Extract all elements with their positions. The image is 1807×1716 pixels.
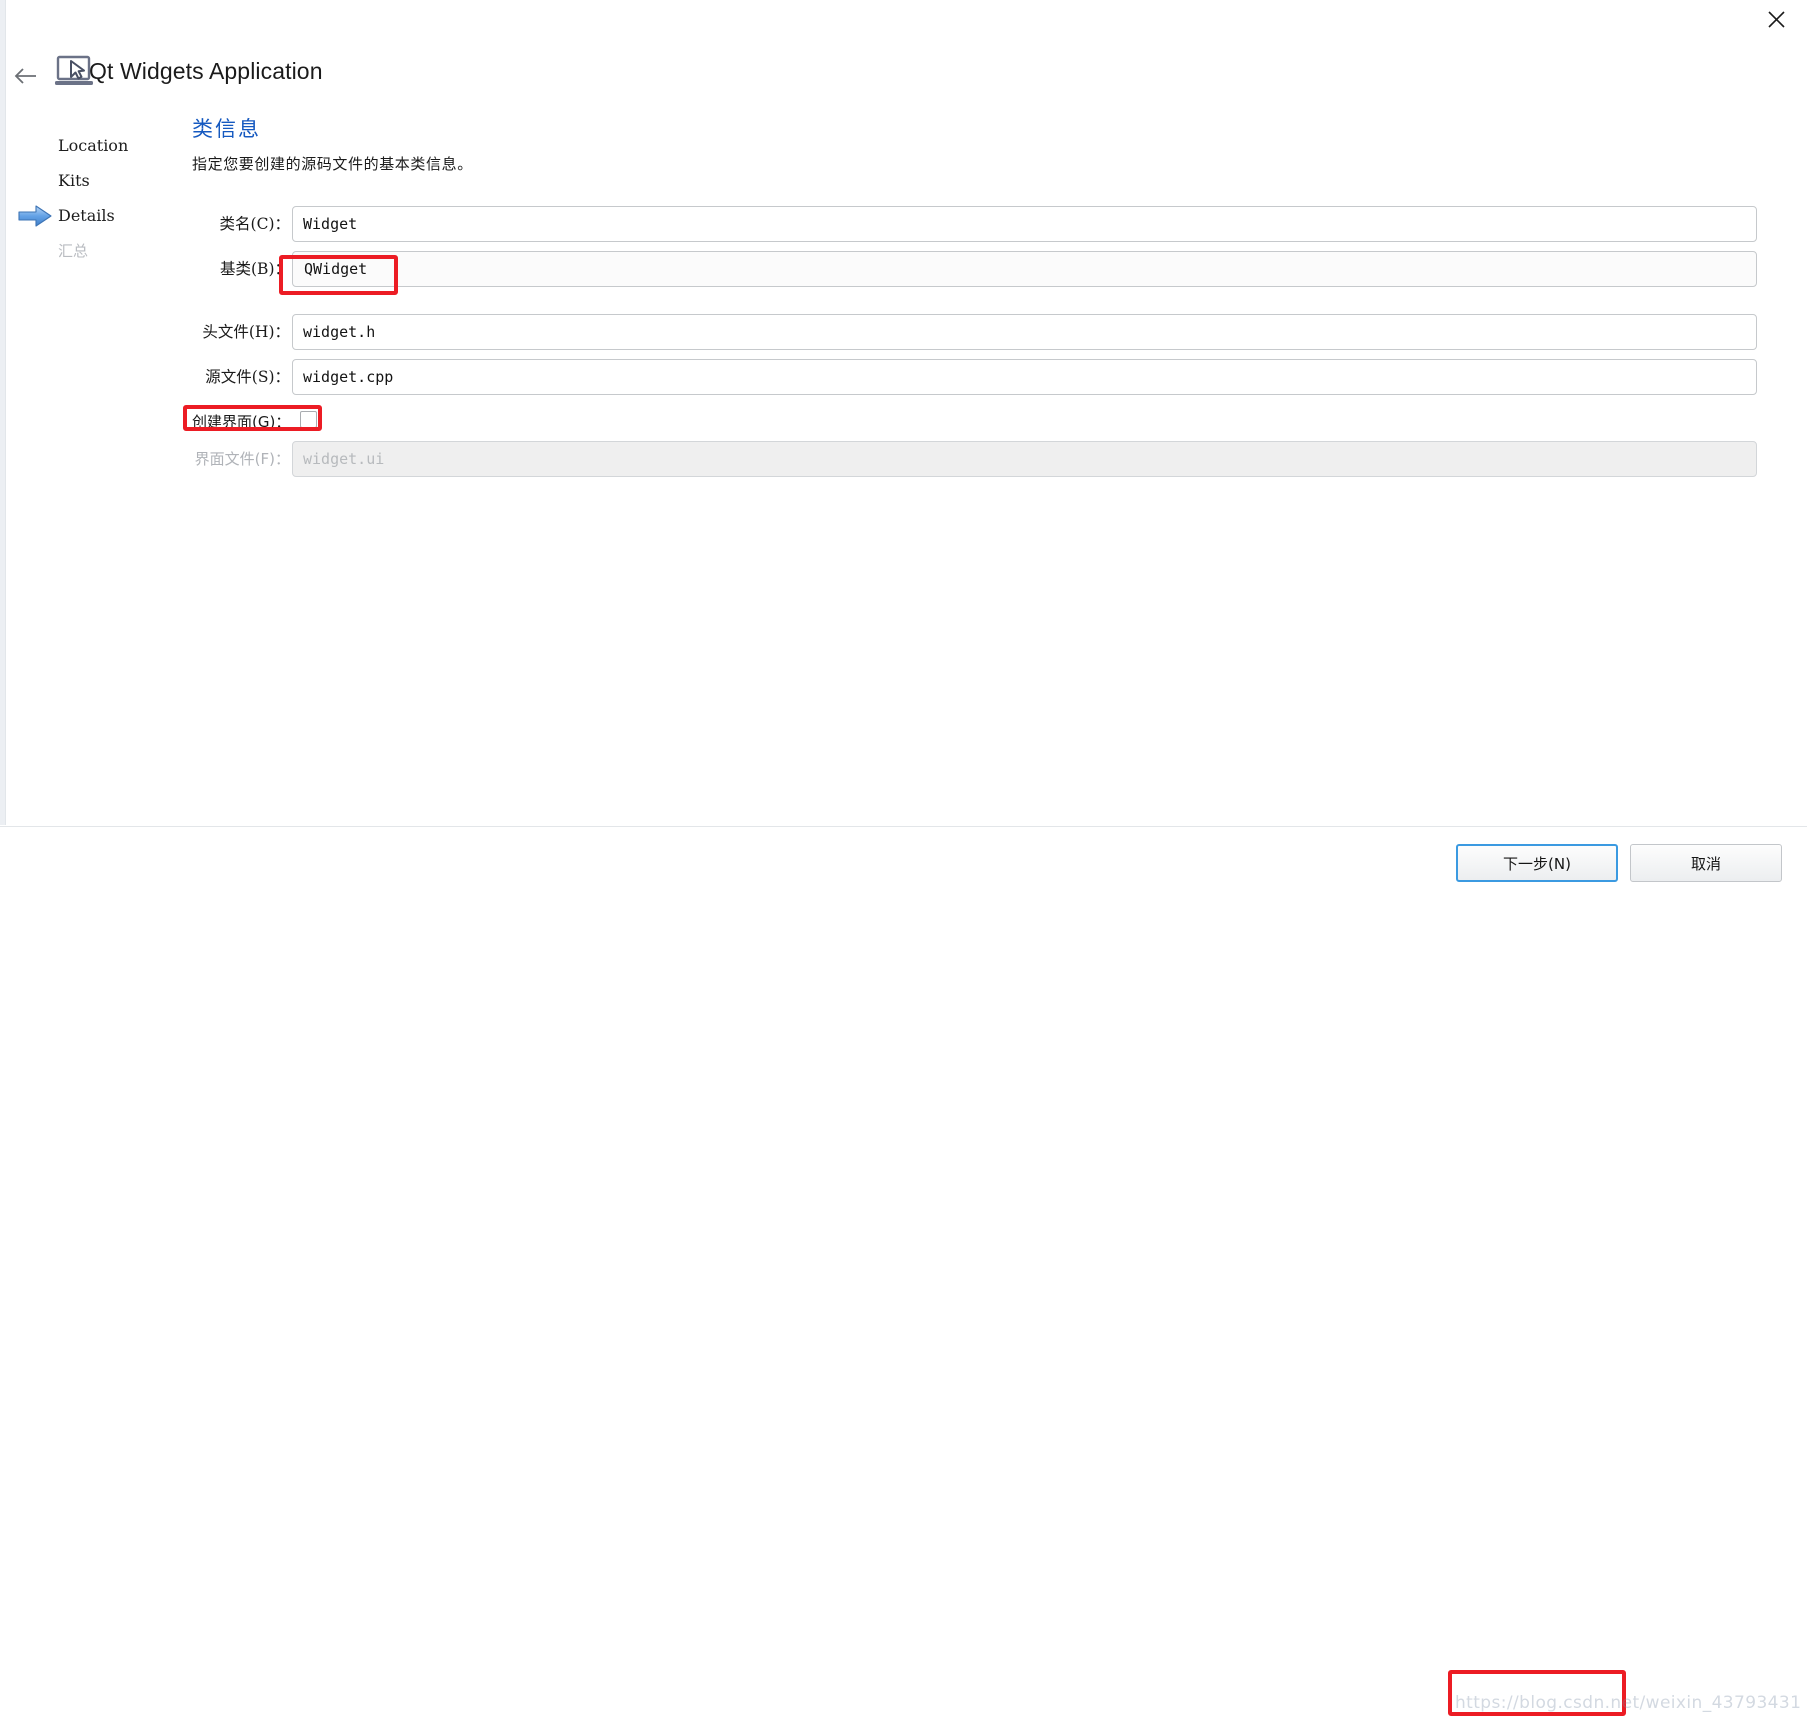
form-row-header-file: 头文件(H)： widget.h	[192, 314, 1764, 359]
class-name-label: 类名(C)：	[219, 215, 290, 233]
form-row-base-class: 基类(B)： QWidget	[192, 251, 1764, 314]
step-label: Details	[58, 206, 115, 225]
step-label: 汇总	[58, 242, 89, 260]
header-file-label: 头文件(H)：	[202, 323, 290, 341]
header-file-input[interactable]: widget.h	[292, 314, 1757, 350]
step-item-details[interactable]: Details	[0, 198, 180, 233]
ui-file-input: widget.ui	[292, 441, 1757, 477]
wizard-header: Qt Widgets Application	[0, 42, 1807, 104]
wizard-dialog: Qt Widgets Application Location Kits Det…	[0, 0, 1807, 1716]
wizard-title: Qt Widgets Application	[89, 58, 323, 84]
page-subtitle: 指定您要创建的源码文件的基本类信息。	[192, 155, 473, 173]
back-arrow-icon[interactable]	[11, 62, 41, 90]
class-information-form: 类名(C)： Widget 基类(B)： QWidget 头文件(H)： wid…	[192, 206, 1764, 486]
form-row-source-file: 源文件(S)： widget.cpp	[192, 359, 1764, 404]
window-left-edge	[0, 0, 6, 825]
step-item-location[interactable]: Location	[0, 128, 180, 163]
create-ui-checkbox[interactable]	[300, 411, 317, 428]
base-class-label: 基类(B)：	[220, 260, 290, 278]
watermark: https://blog.csdn.net/weixin_43793431	[1455, 1693, 1802, 1713]
wizard-step-list: Location Kits Details 汇总	[0, 128, 180, 268]
step-label: Location	[58, 136, 129, 155]
source-file-label: 源文件(S)：	[205, 368, 290, 386]
base-class-combobox[interactable]: QWidget	[292, 251, 1757, 287]
step-label: Kits	[58, 171, 90, 190]
source-file-input[interactable]: widget.cpp	[292, 359, 1757, 395]
ui-file-label: 界面文件(F)：	[194, 450, 290, 468]
cancel-button[interactable]: 取消	[1630, 844, 1782, 882]
page-title: 类信息	[192, 117, 261, 141]
class-name-input[interactable]: Widget	[292, 206, 1757, 242]
step-item-summary: 汇总	[0, 233, 180, 268]
form-row-create-ui: 创建界面(G)：	[192, 404, 1764, 441]
dialog-footer: 下一步(N) 取消 https://blog.csdn.net/weixin_4…	[0, 826, 1807, 1716]
close-icon[interactable]	[1745, 0, 1807, 38]
form-row-class-name: 类名(C)： Widget	[192, 206, 1764, 251]
step-item-kits[interactable]: Kits	[0, 163, 180, 198]
current-step-arrow-icon	[18, 204, 52, 227]
annotation-box-next-button	[1448, 1670, 1626, 1716]
form-row-ui-file: 界面文件(F)： widget.ui	[192, 441, 1764, 486]
create-ui-label: 创建界面(G)：	[192, 413, 291, 431]
next-button[interactable]: 下一步(N)	[1456, 844, 1618, 882]
